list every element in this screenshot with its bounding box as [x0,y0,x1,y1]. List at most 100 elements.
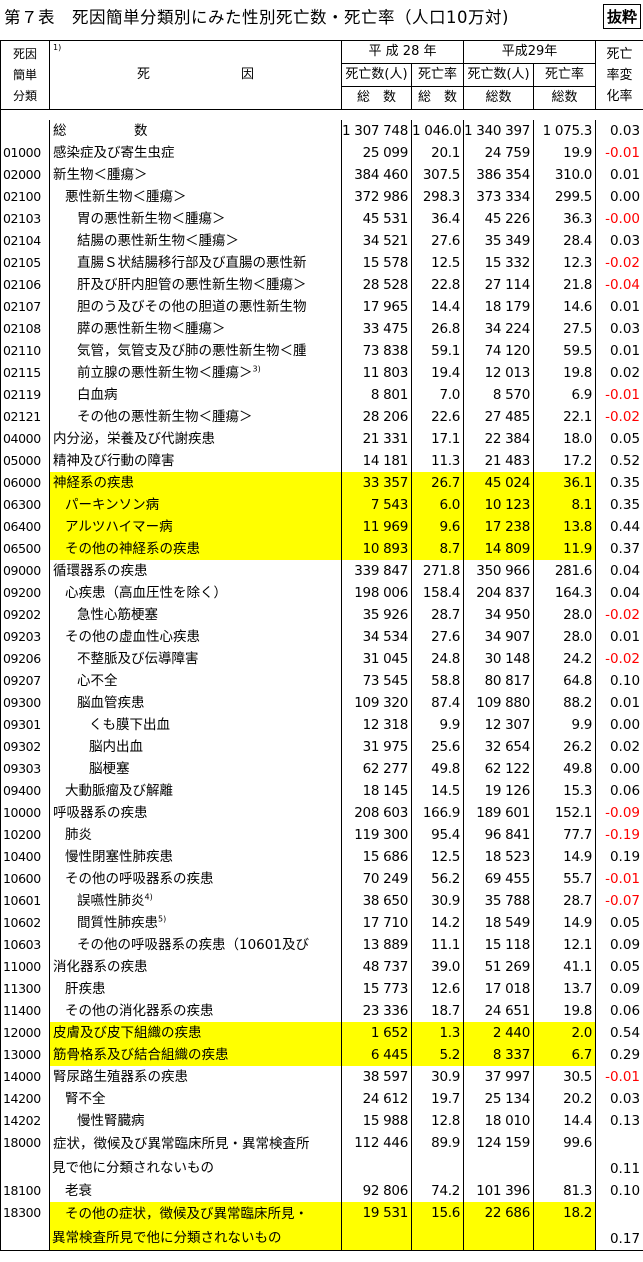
header-cause-label: 死 因 [136,67,254,82]
row-r29: 99.6 [533,1132,597,1180]
row-code: 02115 [0,362,50,384]
row-d29: 37 997 [463,1066,535,1088]
row-cause-name: 気管，気管支及び肺の悪性新生物＜腫 [49,340,342,362]
table-row: 02104 結腸の悪性新生物＜腫瘍＞ 34 521 27.6 35 349 28.4 0.0… [0,230,643,252]
cause-label: 慢性閉塞性肺疾患 [65,849,173,865]
row-cause-name: 老衰 [49,1180,342,1202]
table-row: 02000 新生物＜腫瘍＞ 384 460 307.5 386 354 310.0 0.01 [0,164,643,186]
row-d29: 8 337 [463,1044,535,1066]
cause-label: くも膜下出血 [89,717,170,733]
row-d29: 21 483 [463,450,535,472]
cause-label: 前立腺の悪性新生物＜腫瘍＞ [77,365,253,381]
row-r28: 14.2 [410,912,465,934]
row-r29: 19.8 [533,1000,597,1022]
row-d28: 384 460 [341,164,412,186]
row-change: 0.09 [595,978,643,1000]
row-code: 06500 [0,538,50,560]
row-d29: 15 332 [463,252,535,274]
row-r29: 13.8 [533,516,597,538]
row-d28: 18 145 [341,780,412,802]
row-r28: 9.6 [410,516,465,538]
cause-label: 感染症及び寄生虫症 [53,145,175,161]
row-r29: 13.7 [533,978,597,1000]
row-r28: 24.8 [410,648,465,670]
row-d28: 15 988 [341,1110,412,1132]
cause-label: 脳血管疾患 [77,695,145,711]
row-code: 09302 [0,736,50,758]
row-r29: 21.8 [533,274,597,296]
row-code: 10602 [0,912,50,934]
row-code: 09200 [0,582,50,604]
table-row: 06500 その他の神経系の疾患 10 893 8.7 14 809 11.9 0.37 [0,538,643,560]
row-d28: 35 926 [341,604,412,626]
cause-label-line2: 見で他に分類されないもの [52,1160,214,1176]
row-r29: 15.3 [533,780,597,802]
row-d28: 11 803 [341,362,412,384]
row-cause-name: その他の呼吸器系の疾患 [49,868,342,890]
row-cause-name: 心疾患（高血圧性を除く） [49,582,342,604]
cause-label: 大動脈瘤及び解離 [65,783,173,799]
row-d29: 22 384 [463,428,535,450]
row-cause-name: 大動脈瘤及び解離 [49,780,342,802]
row-change: 0.00 [595,714,643,736]
row-cause-name: 誤嚥性肺炎4) [49,890,342,912]
row-code: 12000 [0,1022,50,1044]
row-r28: 12.5 [410,846,465,868]
row-change: 0.19 [595,846,643,868]
row-d28: 119 300 [341,824,412,846]
row-change: -0.04 [595,274,643,296]
row-r29: 2.0 [533,1022,597,1044]
row-cause-name: 総 数 [49,120,342,142]
row-d28: 48 737 [341,956,412,978]
row-r29: 17.2 [533,450,597,472]
cause-label: その他の虚血性心疾患 [65,629,200,645]
row-d28: 7 543 [341,494,412,516]
header-deaths-29: 死亡数(人) [463,63,535,87]
row-code: 06000 [0,472,50,494]
row-code: 01000 [0,142,50,164]
row-r29: 12.1 [533,934,597,956]
row-change: 0.13 [595,1110,643,1132]
row-code: 02103 [0,208,50,230]
row-r29: 1 075.3 [533,120,597,142]
row-r29: 14.9 [533,912,597,934]
row-d29: 15 118 [463,934,535,956]
header-rate-28: 死亡率 [410,63,465,87]
row-r28: 17.1 [410,428,465,450]
cause-label: その他の症状，徴候及び異常臨床所見・ [65,1206,308,1222]
row-d28: 17 965 [341,296,412,318]
row-change: 0.03 [595,1088,643,1110]
row-r28: 7.0 [410,384,465,406]
row-d29: 80 817 [463,670,535,692]
row-d28: 339 847 [341,560,412,582]
row-d28: 17 710 [341,912,412,934]
cause-label: 不整脈及び伝導障害 [77,651,199,667]
row-r29: 88.2 [533,692,597,714]
header-change: 死亡 率変 化率 [595,40,643,110]
header-total-28b: 総 数 [410,86,465,110]
row-cause-name: 内分泌，栄養及び代謝疾患 [49,428,342,450]
row-r29: 27.5 [533,318,597,340]
row-code: 02107 [0,296,50,318]
row-cause-name: その他の虚血性心疾患 [49,626,342,648]
row-d28: 31 045 [341,648,412,670]
row-r28: 25.6 [410,736,465,758]
table-row: 02100 悪性新生物＜腫瘍＞ 372 986 298.3 373 334 299.5 0.… [0,186,643,208]
row-change: 0.35 [595,472,643,494]
row-code: 09400 [0,780,50,802]
row-r28: 6.0 [410,494,465,516]
row-d29: 35 788 [463,890,535,912]
table-row: 04000 内分泌，栄養及び代謝疾患 21 331 17.1 22 384 18.0 0.0… [0,428,643,450]
row-r28: 9.9 [410,714,465,736]
row-code: 09000 [0,560,50,582]
row-code: 02121 [0,406,50,428]
row-change: 0.29 [595,1044,643,1066]
row-r28: 11.3 [410,450,465,472]
row-r28: 26.7 [410,472,465,494]
row-d28: 1 652 [341,1022,412,1044]
table-row: 02121 その他の悪性新生物＜腫瘍＞ 28 206 22.6 27 485 22.1 -0… [0,406,643,428]
row-d29: 386 354 [463,164,535,186]
row-r28: 12.6 [410,978,465,1000]
row-change: 0.04 [595,582,643,604]
row-d28: 19 531 [341,1202,412,1251]
